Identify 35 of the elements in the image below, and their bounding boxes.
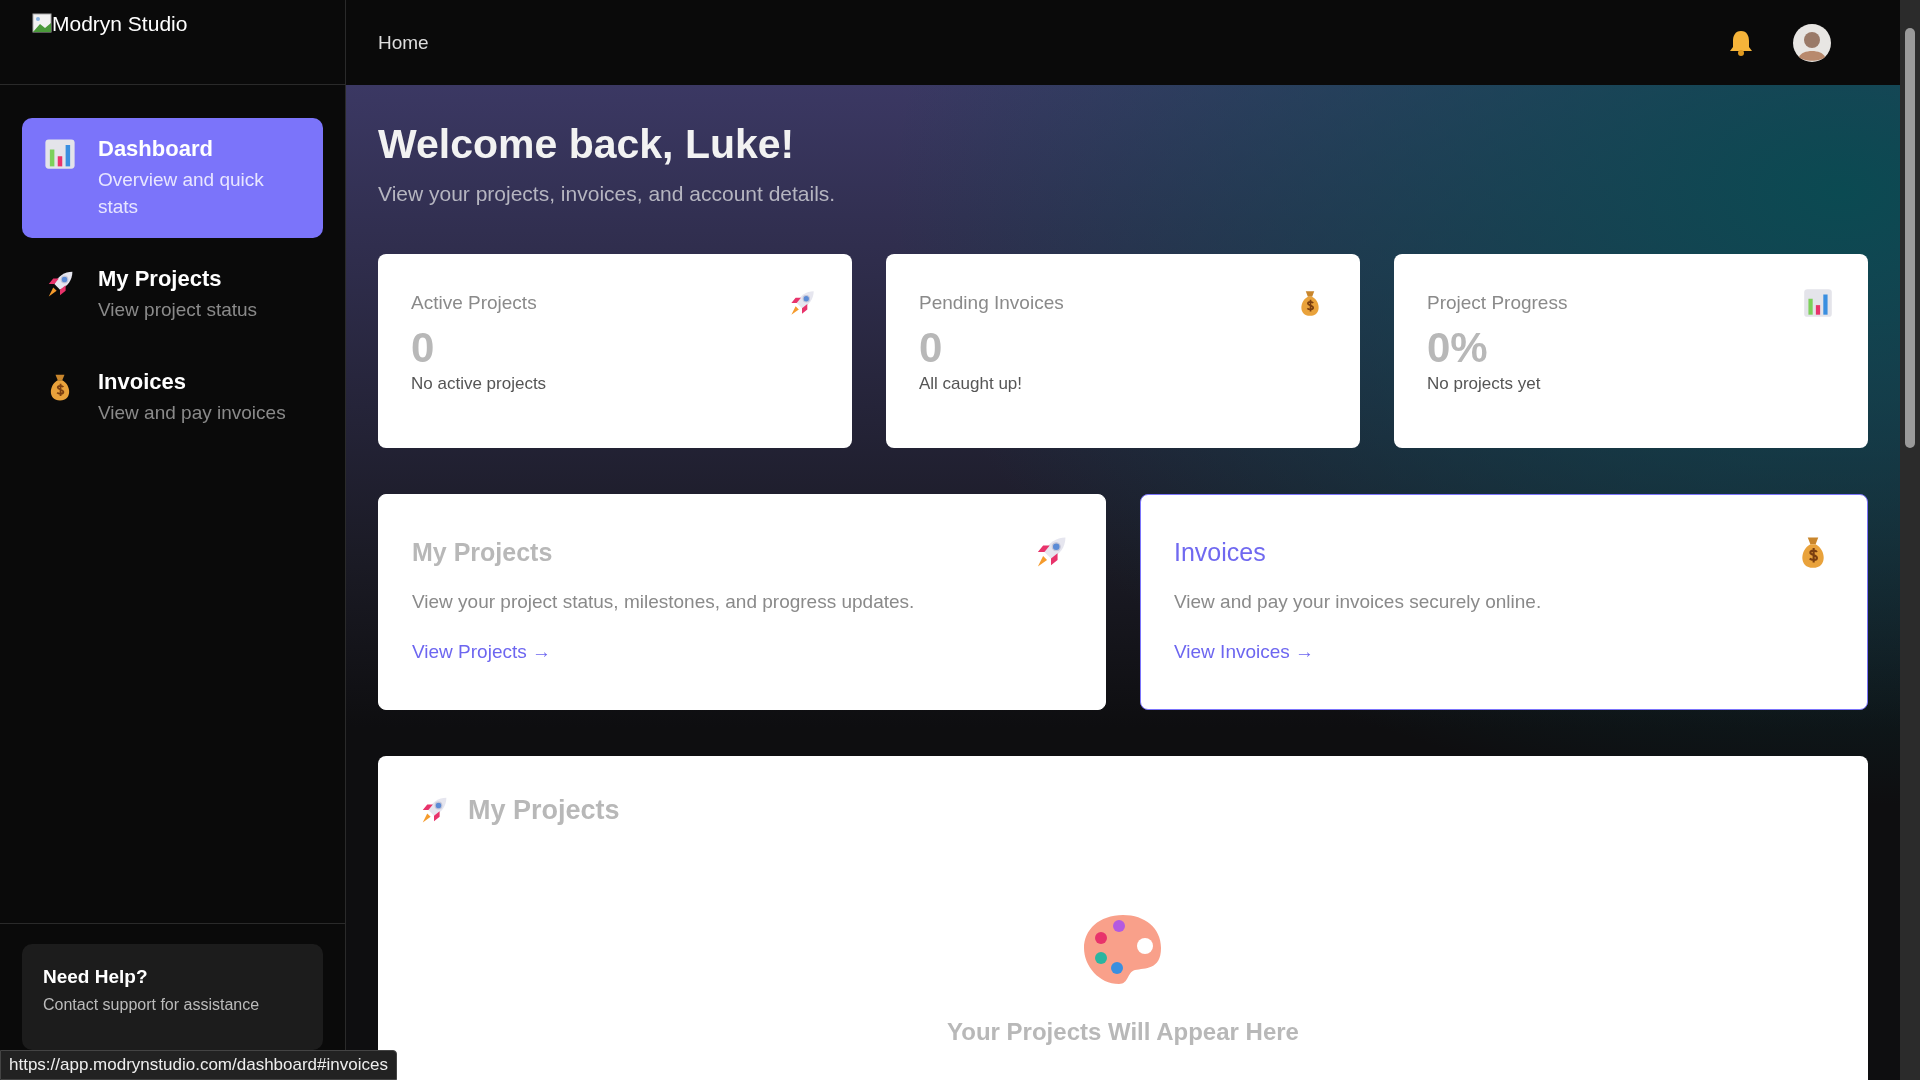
welcome-subtitle: View your projects, invoices, and account details. <box>378 182 837 206</box>
panel-title: My Projects <box>468 794 620 826</box>
stat-label: Active Projects <box>411 292 537 314</box>
card-description: View your project status, milestones, and progress updates. <box>412 591 916 613</box>
quick-link-card[interactable]: My Projects View your project status, milestones, and progress updates. View Projects → <box>378 494 1106 710</box>
stat-value: 0 <box>411 324 436 372</box>
stat-label: Project Progress <box>1427 292 1568 314</box>
card-link[interactable]: View Projects → <box>412 641 552 663</box>
card-link[interactable]: View Invoices → <box>1174 641 1315 663</box>
broken-image-icon <box>32 13 52 33</box>
welcome-heading: Welcome back, Luke! <box>378 121 796 168</box>
scrollbar[interactable] <box>1900 0 1920 1080</box>
stat-value: 0% <box>1427 324 1489 372</box>
brand-name: Modryn Studio <box>52 12 188 36</box>
card-description: View and pay your invoices securely online. <box>1174 591 1543 613</box>
avatar[interactable] <box>1792 22 1832 63</box>
breadcrumb[interactable]: Home <box>378 31 429 54</box>
stat-note: No projects yet <box>1427 374 1542 394</box>
stat-label: Pending Invoices <box>919 292 1064 314</box>
sidebar-item[interactable]: Invoices View and pay invoices <box>22 351 323 444</box>
card-title: My Projects <box>412 537 553 567</box>
help-title: Need Help? <box>43 966 149 988</box>
sidebar-item[interactable]: Dashboard Overview and quick stats <box>22 118 323 238</box>
bell-icon[interactable] <box>1728 28 1754 57</box>
stat-note: No active projects <box>411 374 548 394</box>
stat-note: All caught up! <box>919 374 1023 394</box>
quick-link-card[interactable]: Invoices View and pay your invoices securely online. View Invoices → <box>1140 494 1868 710</box>
bar-chart-icon <box>42 136 78 172</box>
status-url: https://app.modrynstudio.com/dashboard#invoices <box>0 1050 397 1080</box>
empty-state-title: Your Projects Will Appear Here <box>947 1018 1299 1046</box>
sidebar-item[interactable]: My Projects View project status <box>22 248 323 341</box>
stat-value: 0 <box>919 324 944 372</box>
help-text: Contact support for assistance <box>43 996 261 1014</box>
bar-chart-icon <box>1801 286 1835 320</box>
card-title: Invoices <box>1174 537 1266 567</box>
